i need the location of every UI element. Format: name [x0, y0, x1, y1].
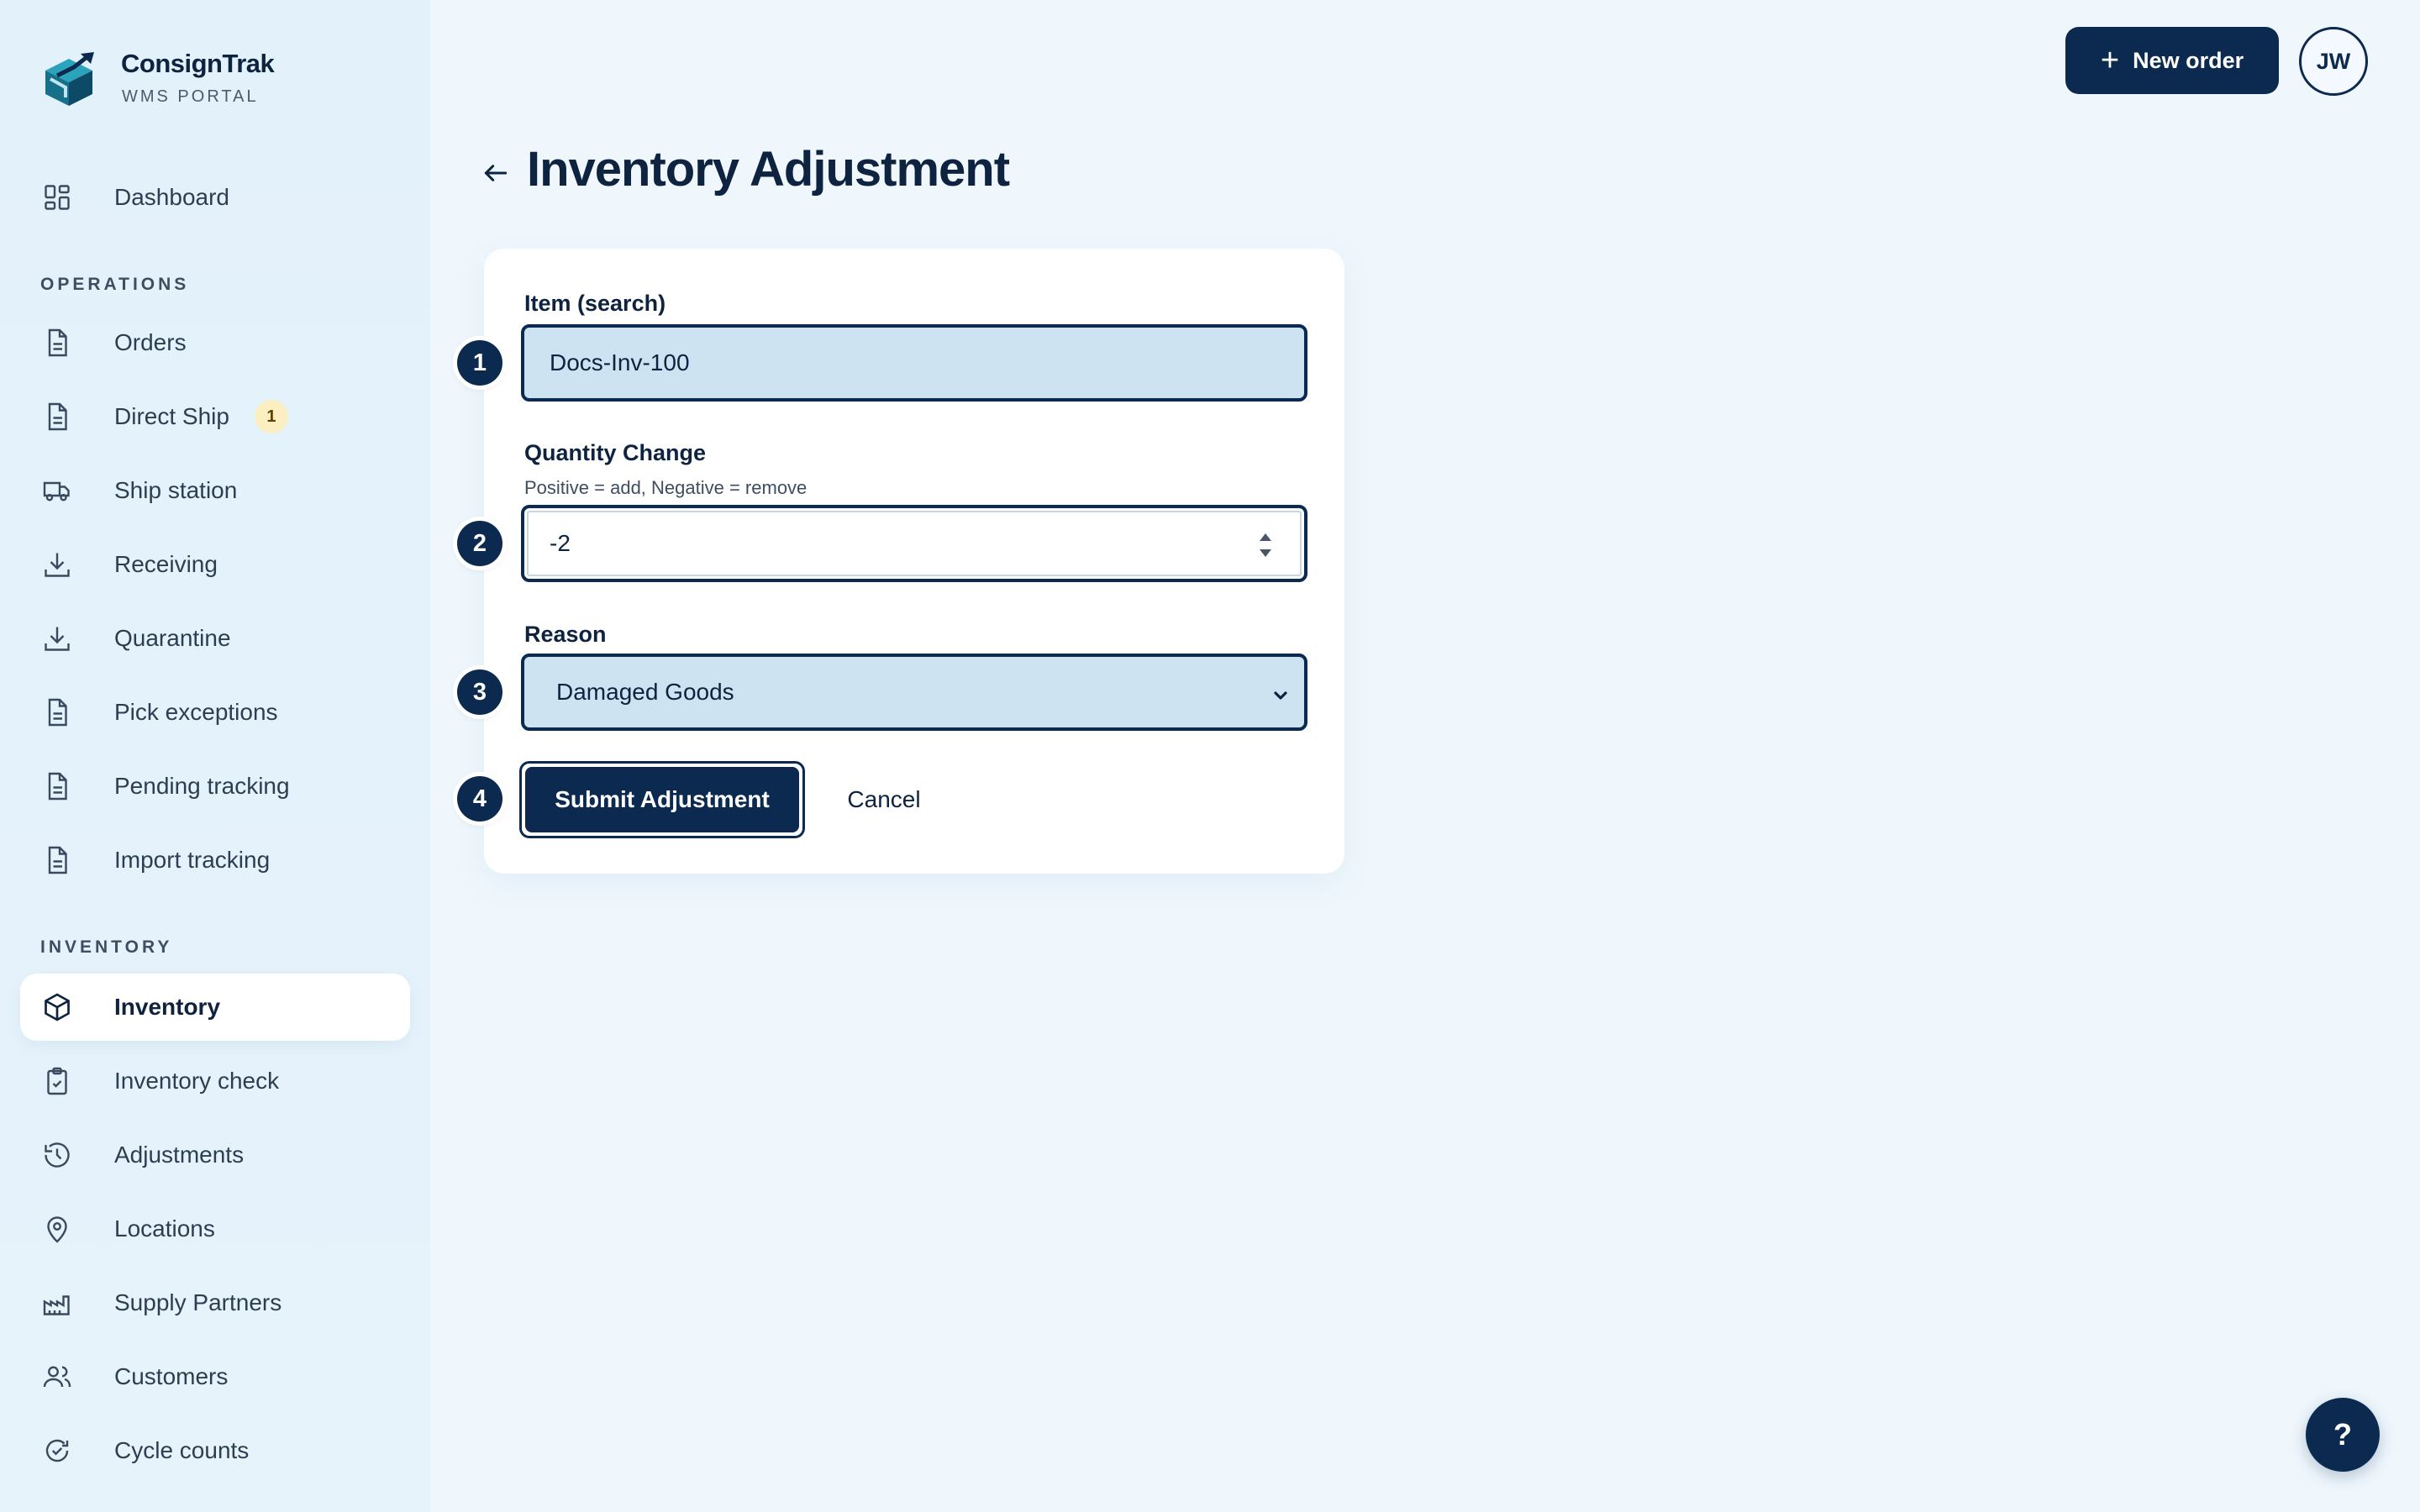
factory-icon	[40, 1286, 74, 1320]
sidebar-item-label: Ship station	[114, 477, 238, 503]
sidebar-item-customers[interactable]: Customers	[20, 1343, 410, 1410]
cancel-button[interactable]: Cancel	[832, 776, 936, 823]
step-badge-1: 1	[457, 340, 502, 386]
sidebar-item-label: Direct Ship	[114, 403, 229, 429]
sidebar-item-locations[interactable]: Locations	[20, 1195, 410, 1263]
download-icon	[40, 622, 74, 655]
map-pin-icon	[40, 1212, 74, 1246]
sidebar-item-label: Pending tracking	[114, 773, 290, 799]
sidebar-item-pick-exceptions[interactable]: Pick exceptions	[20, 679, 410, 746]
new-order-button[interactable]: + New order	[2065, 27, 2279, 94]
quantity-hint: Positive = add, Negative = remove	[524, 477, 808, 498]
reason-select[interactable]: Damaged Goods	[521, 654, 1307, 731]
sidebar-item-label: Inventory	[114, 994, 221, 1020]
reason-field-label: Reason	[524, 622, 607, 647]
cube-icon	[40, 990, 74, 1024]
sidebar-item-ship-station[interactable]: Ship station	[20, 457, 410, 524]
logo-icon	[45, 52, 94, 106]
sidebar-item-inventory-check[interactable]: Inventory check	[20, 1047, 410, 1115]
sidebar-item-supply-partners[interactable]: Supply Partners	[20, 1269, 410, 1336]
section-label-operations: OPERATIONS	[40, 275, 190, 294]
download-icon	[40, 548, 74, 581]
sidebar-item-cycle-counts[interactable]: Cycle counts	[20, 1417, 410, 1484]
step-badge-4: 4	[457, 776, 502, 822]
sidebar-item-label: Supply Partners	[114, 1289, 282, 1315]
sidebar-item-label: Import tracking	[114, 847, 271, 873]
quantity-stepper[interactable]: -2	[521, 505, 1307, 582]
sidebar-item-label: Customers	[114, 1363, 229, 1389]
step-badge-2: 2	[457, 521, 502, 566]
document-icon	[40, 696, 74, 729]
brand-name: ConsignTrak	[121, 49, 275, 78]
plus-icon: +	[2100, 43, 2120, 78]
quantity-value: -2	[550, 530, 571, 556]
new-order-label: New order	[2133, 47, 2244, 73]
sidebar-item-quarantine[interactable]: Quarantine	[20, 605, 410, 672]
sidebar-item-inventory[interactable]: Inventory	[20, 974, 410, 1041]
sidebar-item-label: Orders	[114, 329, 187, 355]
history-icon	[40, 1138, 74, 1172]
brand-subtitle: WMS PORTAL	[122, 87, 259, 106]
brand-logo[interactable]: ConsignTrak WMS PORTAL	[40, 47, 393, 114]
chevron-down-icon	[1274, 691, 1287, 700]
sidebar-item-adjustments[interactable]: Adjustments	[20, 1121, 410, 1189]
sidebar-item-receiving[interactable]: Receiving	[20, 531, 410, 598]
submit-adjustment-label: Submit Adjustment	[525, 767, 799, 832]
sidebar-item-label: Cycle counts	[114, 1437, 250, 1463]
sidebar-item-label: Adjustments	[114, 1142, 245, 1168]
sidebar-item-label: Pick exceptions	[114, 699, 278, 725]
help-button[interactable]: ?	[2306, 1398, 2380, 1472]
step-badge-3: 3	[457, 669, 502, 715]
document-icon	[40, 400, 74, 433]
item-field-label: Item (search)	[524, 291, 666, 316]
sidebar-item-dashboard[interactable]: Dashboard	[20, 164, 410, 231]
refresh-check-icon	[40, 1434, 74, 1467]
grid-icon	[40, 181, 74, 214]
sidebar-item-label: Dashboard	[114, 184, 229, 210]
item-search-value: Docs-Inv-100	[550, 349, 690, 375]
users-icon	[40, 1360, 74, 1394]
sidebar-item-import-tracking[interactable]: Import tracking	[20, 827, 410, 894]
spinner-arrows-icon[interactable]	[1257, 530, 1274, 560]
sidebar-item-pending-tracking[interactable]: Pending tracking	[20, 753, 410, 820]
document-icon	[40, 843, 74, 877]
sidebar-item-label: Inventory check	[114, 1068, 280, 1094]
sidebar-item-direct-ship[interactable]: Direct Ship 1	[20, 383, 410, 450]
page-title: Inventory Adjustment	[527, 142, 1010, 197]
quantity-field-label: Quantity Change	[524, 440, 707, 465]
sidebar-item-label: Locations	[114, 1215, 215, 1242]
item-search-input[interactable]: Docs-Inv-100	[521, 324, 1307, 402]
sidebar-item-label: Quarantine	[114, 625, 231, 651]
section-label-inventory: INVENTORY	[40, 937, 173, 957]
back-arrow-icon[interactable]	[479, 156, 513, 190]
clipboard-check-icon	[40, 1064, 74, 1098]
avatar[interactable]: JW	[2299, 27, 2368, 96]
reason-selected-value: Damaged Goods	[556, 679, 734, 705]
sidebar: ConsignTrak WMS PORTAL Dashboard OPERATI…	[0, 0, 430, 1512]
sidebar-item-label: Receiving	[114, 551, 218, 577]
document-icon	[40, 326, 74, 360]
document-icon	[40, 769, 74, 803]
count-badge: 1	[254, 400, 288, 433]
submit-adjustment-button[interactable]: Submit Adjustment	[519, 761, 805, 838]
truck-icon	[40, 474, 74, 507]
sidebar-item-orders[interactable]: Orders	[20, 309, 410, 376]
